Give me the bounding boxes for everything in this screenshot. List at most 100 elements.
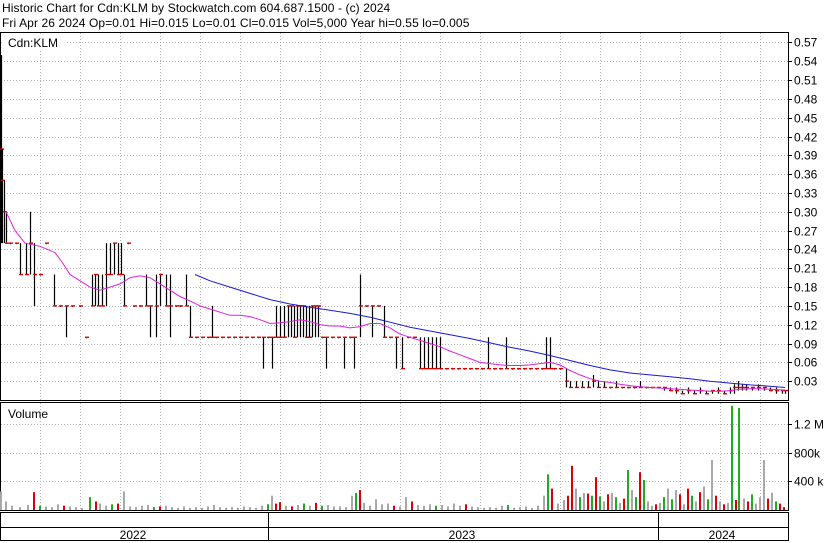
volume-bar [57,504,59,510]
volume-bar [537,505,539,510]
volume-bar [531,507,533,510]
volume-bar [563,500,565,510]
volume-bar [619,502,621,510]
volume-bar [159,506,161,510]
volume-bar [571,465,573,510]
volume-bar [0,491,2,510]
volume-bar [603,501,605,510]
volume-bar [363,502,365,510]
volume-bar [117,503,119,510]
volume-bar [393,505,395,510]
volume-bar [381,504,383,510]
volume-bar [309,505,311,510]
volume-bar [675,490,677,510]
volume-bar [775,501,777,510]
volume-bar [519,507,521,510]
price-tick-label: 0.30 [794,206,818,220]
volume-bar [738,407,740,510]
moving-average-short [5,211,786,392]
volume-bar [189,507,191,510]
volume-bar [567,495,569,510]
price-tick-label: 0.18 [794,281,818,295]
volume-bar [575,488,577,510]
volume-bar [315,502,317,510]
volume-bar [663,497,665,510]
volume-bar [399,506,401,510]
volume-bar [111,504,113,510]
volume-bar [279,502,281,510]
time-axis: 2022 2023 2024 [0,512,789,542]
price-panel-frame [0,32,789,401]
price-tick-label: 0.36 [794,168,818,182]
volume-bar [767,498,769,510]
volume-bar [711,460,713,510]
volume-bar [647,501,649,510]
price-tick-label: 0.03 [794,375,818,389]
price-tick-label: 0.57 [794,36,818,50]
volume-bar [275,503,277,510]
volume-bar [123,491,125,510]
volume-bar [201,507,203,510]
price-tick-label: 0.54 [794,55,818,69]
volume-bar [755,503,757,510]
volume-bar [339,506,341,510]
volume-bar [297,505,299,510]
volume-bar [135,507,137,510]
volume-bar [759,497,761,510]
volume-bar [63,505,65,510]
volume-bar [465,504,467,510]
volume-bar [27,505,29,510]
volume-bar [655,504,657,510]
volume-bar [141,505,143,510]
volume-bar [5,501,7,510]
year-label-2024: 2024 [709,528,736,542]
volume-bar [695,501,697,510]
volume-bar [743,498,745,510]
volume-bar [375,499,377,510]
volume-bar [683,504,685,510]
volume-bar [303,503,305,510]
volume-bar [355,492,357,510]
volume-bar [19,507,21,510]
volume-bar [599,496,601,510]
volume-bar [507,505,509,510]
volume-bar [483,507,485,510]
volume-bar [627,470,629,510]
volume-tick-label: 1.2 M [794,418,824,432]
volume-bar [441,505,443,510]
volume-bar [587,493,589,510]
volume-bars [0,405,785,510]
price-tick-label: 0.39 [794,149,818,163]
volume-bar [551,488,553,510]
volume-bar [359,490,361,510]
volume-bar [719,501,721,510]
volume-bar [129,506,131,510]
volume-bar [477,507,479,510]
price-tick-label: 0.09 [794,338,818,352]
volume-bar [271,495,273,510]
volume-bar [687,488,689,510]
volume-bar [435,505,437,510]
year-label-2023: 2023 [449,528,476,542]
price-panel: 0.03 0.06 0.09 0.12 0.15 0.18 0.21 0.24 0.27 0.30… [0,32,818,401]
volume-bar [495,507,497,510]
volume-bar [405,497,407,510]
volume-bar [411,501,413,510]
volume-bar [255,507,257,510]
moving-average-long [194,274,786,388]
price-bars [0,54,788,395]
volume-tick-label: 800k [794,447,821,461]
volume-bar [471,506,473,510]
price-tick-label: 0.48 [794,93,818,107]
volume-bar [643,480,645,510]
volume-bar [39,505,41,510]
volume-bar [11,505,13,510]
volume-bar [751,494,753,510]
volume-bar [615,497,617,510]
volume-bar [453,503,455,510]
volume-bar [387,503,389,510]
volume-bar [261,505,263,510]
volume-bar [423,505,425,510]
volume-bar [333,506,335,510]
volume-bar [595,477,597,510]
